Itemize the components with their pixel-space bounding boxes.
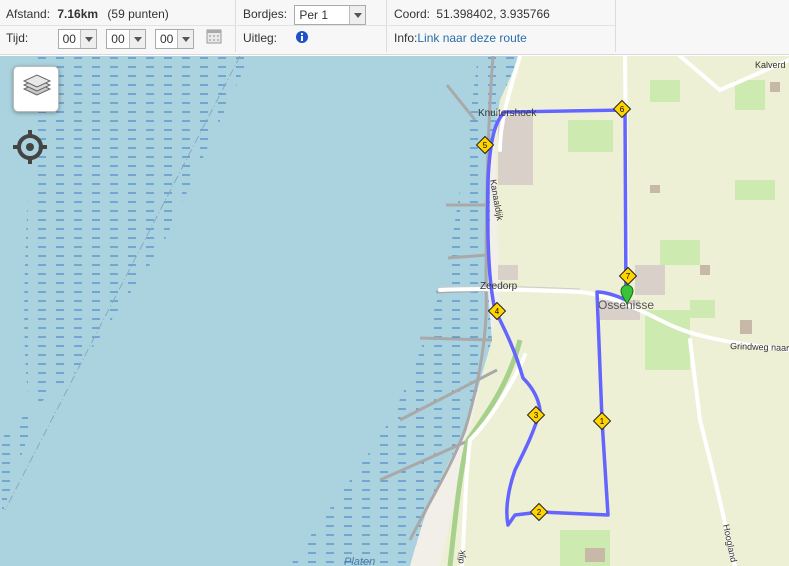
route-marker-2-label: 2 xyxy=(537,508,542,517)
route-marker-3-label: 3 xyxy=(534,411,539,420)
map-canvas: 1 2 3 4 5 6 7 Knuitershoek Zeedorp Ossen… xyxy=(0,56,789,566)
seconds-select[interactable]: 00 xyxy=(154,29,195,49)
label-kalverd: Kalverd xyxy=(755,60,786,70)
layers-icon xyxy=(22,74,52,96)
chevron-down-icon xyxy=(128,30,145,48)
time-row: Tijd: 00 00 00 xyxy=(6,28,222,50)
signs-label: Bordjes: xyxy=(243,7,288,21)
coord-row: Coord: 51.398402, 3.935766 xyxy=(394,4,550,24)
points-count: (59 punten) xyxy=(107,7,169,21)
signs-select[interactable]: Per 1 xyxy=(294,4,367,25)
route-marker-6-label: 6 xyxy=(620,105,625,114)
locate-button[interactable] xyxy=(12,129,48,165)
coord-panel: Coord: 51.398402, 3.935766 Info:Link naa… xyxy=(388,0,616,52)
route-link[interactable]: Link naar deze route xyxy=(417,31,526,45)
chevron-down-icon xyxy=(349,5,366,24)
layers-button[interactable] xyxy=(13,66,59,112)
distance-value: 7.16km xyxy=(57,7,99,21)
minutes-value: 00 xyxy=(111,32,125,46)
time-label: Tijd: xyxy=(6,31,29,46)
signs-row: Bordjes: Per 1 xyxy=(243,4,367,25)
hours-select[interactable]: 00 xyxy=(57,29,97,49)
coord-label: Coord: xyxy=(394,7,431,21)
locate-icon xyxy=(13,130,47,164)
coord-value: 51.398402, 3.935766 xyxy=(436,7,550,21)
info-row: Info:Link naar deze route xyxy=(394,28,527,48)
seconds-value: 00 xyxy=(159,32,174,46)
label-ossenisse: Ossenisse xyxy=(598,298,654,312)
distance-label: Afstand: xyxy=(6,7,51,21)
map-view[interactable]: 1 2 3 4 5 6 7 Knuitershoek Zeedorp Ossen… xyxy=(0,56,789,566)
explain-row: Uitleg: xyxy=(243,28,309,49)
chevron-down-icon xyxy=(177,30,194,48)
calendar-icon[interactable] xyxy=(206,28,222,50)
explain-label: Uitleg: xyxy=(243,31,278,45)
signs-panel: Bordjes: Per 1 Uitleg: xyxy=(237,0,387,52)
minutes-select[interactable]: 00 xyxy=(106,29,146,49)
route-marker-5-label: 5 xyxy=(483,141,488,150)
label-grindweg: Grindweg naar xyxy=(730,341,789,353)
label-knuitershoek: Knuitershoek xyxy=(478,108,537,119)
chevron-down-icon xyxy=(79,30,96,48)
distance-row: Afstand: 7.16km (59 punten) xyxy=(6,4,169,24)
hours-value: 00 xyxy=(62,32,76,46)
label-platen: Platen xyxy=(344,556,375,566)
info-icon[interactable] xyxy=(296,29,309,49)
info-label: Info: xyxy=(394,31,418,45)
route-toolbar: Afstand: 7.16km (59 punten) Tijd: 00 00 … xyxy=(0,0,789,55)
distance-panel: Afstand: 7.16km (59 punten) Tijd: 00 00 … xyxy=(0,0,236,52)
route-marker-4-label: 4 xyxy=(495,307,500,316)
label-zeedorp: Zeedorp xyxy=(480,281,518,292)
signs-value: Per 1 xyxy=(299,7,329,22)
route-marker-1-label: 1 xyxy=(600,417,605,426)
route-marker-7-label: 7 xyxy=(626,272,631,281)
